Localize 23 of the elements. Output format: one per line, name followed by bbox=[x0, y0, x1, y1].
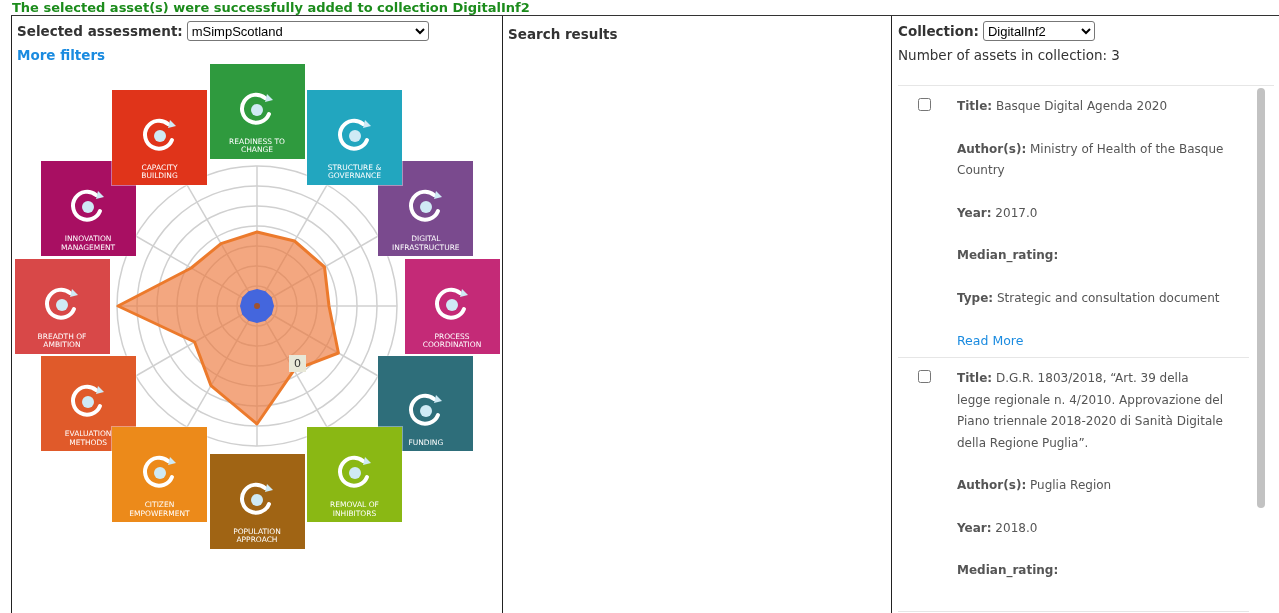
asset-field: Year: 2018.0 bbox=[957, 517, 1225, 539]
asset-field: Title: D.G.R. 1803/2018, “Art. 39 della legge regionale n. 4/2010. Approvazione del Piano triennale 2018-2020 di Sanità Digitale della Regione Puglia”. bbox=[957, 368, 1225, 454]
baseline-area bbox=[239, 288, 275, 324]
asset-field: Author(s): Puglia Region bbox=[957, 475, 1225, 497]
asset-field: Type: Strategic and consultation document bbox=[957, 287, 1225, 309]
collection-select[interactable]: DigitalInf2 bbox=[982, 21, 1095, 41]
collection-label: Collection: bbox=[898, 23, 979, 39]
assessment-select[interactable]: mSimpScotland bbox=[186, 21, 429, 41]
asset-checkbox[interactable] bbox=[918, 98, 931, 111]
value-tooltip: 0 bbox=[289, 355, 306, 372]
asset-field: Author(s): Ministry of Health of the Basque Country bbox=[957, 138, 1225, 182]
search-results-heading: Search results bbox=[508, 26, 618, 42]
assessment-label: Selected assessment: bbox=[17, 23, 183, 39]
asset-field: Median_rating: bbox=[957, 560, 1225, 582]
success-message: The selected asset(s) were successfully added to collection DigitalInf2 bbox=[11, 0, 531, 15]
more-filters-link[interactable]: More filters bbox=[17, 47, 106, 63]
asset-field: Median_rating: bbox=[957, 245, 1225, 267]
asset-field: Year: 2017.0 bbox=[957, 202, 1225, 224]
asset-checkbox[interactable] bbox=[918, 370, 931, 383]
asset-count: Number of assets in collection: 3 bbox=[898, 47, 1121, 63]
asset-field: Title: Basque Digital Agenda 2020 bbox=[957, 96, 1225, 118]
read-more-link[interactable]: Read More bbox=[957, 333, 1024, 348]
scrollbar[interactable] bbox=[1257, 88, 1265, 508]
